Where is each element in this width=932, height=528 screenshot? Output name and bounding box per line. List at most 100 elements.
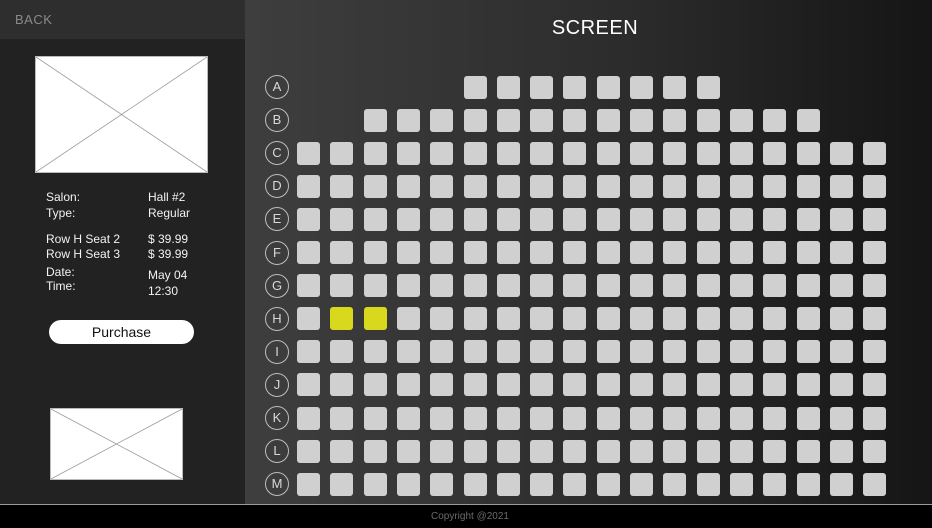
seat-f-7[interactable] xyxy=(497,241,520,264)
seat-e-7[interactable] xyxy=(497,208,520,231)
seat-c-13[interactable] xyxy=(697,142,720,165)
seat-c-11[interactable] xyxy=(630,142,653,165)
seat-e-14[interactable] xyxy=(730,208,753,231)
seat-m-18[interactable] xyxy=(863,473,886,496)
seat-m-2[interactable] xyxy=(330,473,353,496)
seat-e-17[interactable] xyxy=(830,208,853,231)
seat-l-13[interactable] xyxy=(697,440,720,463)
seat-k-17[interactable] xyxy=(830,407,853,430)
seat-i-13[interactable] xyxy=(697,340,720,363)
seat-c-16[interactable] xyxy=(797,142,820,165)
seat-h-1[interactable] xyxy=(297,307,320,330)
seat-g-12[interactable] xyxy=(663,274,686,297)
seat-g-4[interactable] xyxy=(397,274,420,297)
seat-g-16[interactable] xyxy=(797,274,820,297)
seat-m-5[interactable] xyxy=(430,473,453,496)
seat-j-8[interactable] xyxy=(530,373,553,396)
seat-f-8[interactable] xyxy=(530,241,553,264)
seat-j-16[interactable] xyxy=(797,373,820,396)
seat-k-13[interactable] xyxy=(697,407,720,430)
seat-d-2[interactable] xyxy=(330,175,353,198)
seat-j-7[interactable] xyxy=(497,373,520,396)
seat-i-1[interactable] xyxy=(297,340,320,363)
seat-h-3-selected[interactable] xyxy=(364,307,387,330)
seat-i-4[interactable] xyxy=(397,340,420,363)
seat-l-11[interactable] xyxy=(630,440,653,463)
seat-i-12[interactable] xyxy=(663,340,686,363)
seat-g-10[interactable] xyxy=(597,274,620,297)
seat-j-4[interactable] xyxy=(397,373,420,396)
seat-h-5[interactable] xyxy=(430,307,453,330)
seat-k-2[interactable] xyxy=(330,407,353,430)
seat-l-15[interactable] xyxy=(763,440,786,463)
seat-f-6[interactable] xyxy=(464,241,487,264)
seat-i-10[interactable] xyxy=(597,340,620,363)
seat-k-11[interactable] xyxy=(630,407,653,430)
seat-i-7[interactable] xyxy=(497,340,520,363)
seat-j-12[interactable] xyxy=(663,373,686,396)
seat-j-18[interactable] xyxy=(863,373,886,396)
seat-g-2[interactable] xyxy=(330,274,353,297)
seat-a-13[interactable] xyxy=(697,76,720,99)
seat-m-6[interactable] xyxy=(464,473,487,496)
seat-l-7[interactable] xyxy=(497,440,520,463)
seat-d-14[interactable] xyxy=(730,175,753,198)
seat-i-3[interactable] xyxy=(364,340,387,363)
seat-c-17[interactable] xyxy=(830,142,853,165)
seat-f-3[interactable] xyxy=(364,241,387,264)
seat-a-6[interactable] xyxy=(464,76,487,99)
seat-d-9[interactable] xyxy=(563,175,586,198)
seat-a-8[interactable] xyxy=(530,76,553,99)
seat-k-3[interactable] xyxy=(364,407,387,430)
seat-c-3[interactable] xyxy=(364,142,387,165)
seat-g-13[interactable] xyxy=(697,274,720,297)
back-button[interactable]: BACK xyxy=(15,12,52,27)
seat-g-9[interactable] xyxy=(563,274,586,297)
seat-i-18[interactable] xyxy=(863,340,886,363)
seat-a-11[interactable] xyxy=(630,76,653,99)
seat-m-8[interactable] xyxy=(530,473,553,496)
seat-k-7[interactable] xyxy=(497,407,520,430)
seat-c-15[interactable] xyxy=(763,142,786,165)
seat-e-11[interactable] xyxy=(630,208,653,231)
seat-b-9[interactable] xyxy=(563,109,586,132)
seat-c-4[interactable] xyxy=(397,142,420,165)
seat-f-17[interactable] xyxy=(830,241,853,264)
seat-i-16[interactable] xyxy=(797,340,820,363)
seat-j-9[interactable] xyxy=(563,373,586,396)
seat-k-15[interactable] xyxy=(763,407,786,430)
seat-b-3[interactable] xyxy=(364,109,387,132)
seat-l-17[interactable] xyxy=(830,440,853,463)
seat-g-11[interactable] xyxy=(630,274,653,297)
seat-m-13[interactable] xyxy=(697,473,720,496)
seat-i-17[interactable] xyxy=(830,340,853,363)
seat-j-10[interactable] xyxy=(597,373,620,396)
seat-e-5[interactable] xyxy=(430,208,453,231)
seat-f-4[interactable] xyxy=(397,241,420,264)
seat-e-2[interactable] xyxy=(330,208,353,231)
seat-f-18[interactable] xyxy=(863,241,886,264)
seat-f-5[interactable] xyxy=(430,241,453,264)
seat-g-1[interactable] xyxy=(297,274,320,297)
seat-c-2[interactable] xyxy=(330,142,353,165)
seat-d-18[interactable] xyxy=(863,175,886,198)
seat-e-12[interactable] xyxy=(663,208,686,231)
seat-j-1[interactable] xyxy=(297,373,320,396)
seat-m-3[interactable] xyxy=(364,473,387,496)
seat-b-12[interactable] xyxy=(663,109,686,132)
seat-d-16[interactable] xyxy=(797,175,820,198)
seat-i-6[interactable] xyxy=(464,340,487,363)
seat-j-3[interactable] xyxy=(364,373,387,396)
seat-e-15[interactable] xyxy=(763,208,786,231)
seat-h-12[interactable] xyxy=(663,307,686,330)
seat-e-4[interactable] xyxy=(397,208,420,231)
seat-l-12[interactable] xyxy=(663,440,686,463)
seat-g-15[interactable] xyxy=(763,274,786,297)
seat-b-11[interactable] xyxy=(630,109,653,132)
seat-l-4[interactable] xyxy=(397,440,420,463)
seat-f-9[interactable] xyxy=(563,241,586,264)
seat-j-11[interactable] xyxy=(630,373,653,396)
seat-d-1[interactable] xyxy=(297,175,320,198)
seat-f-1[interactable] xyxy=(297,241,320,264)
seat-b-7[interactable] xyxy=(497,109,520,132)
